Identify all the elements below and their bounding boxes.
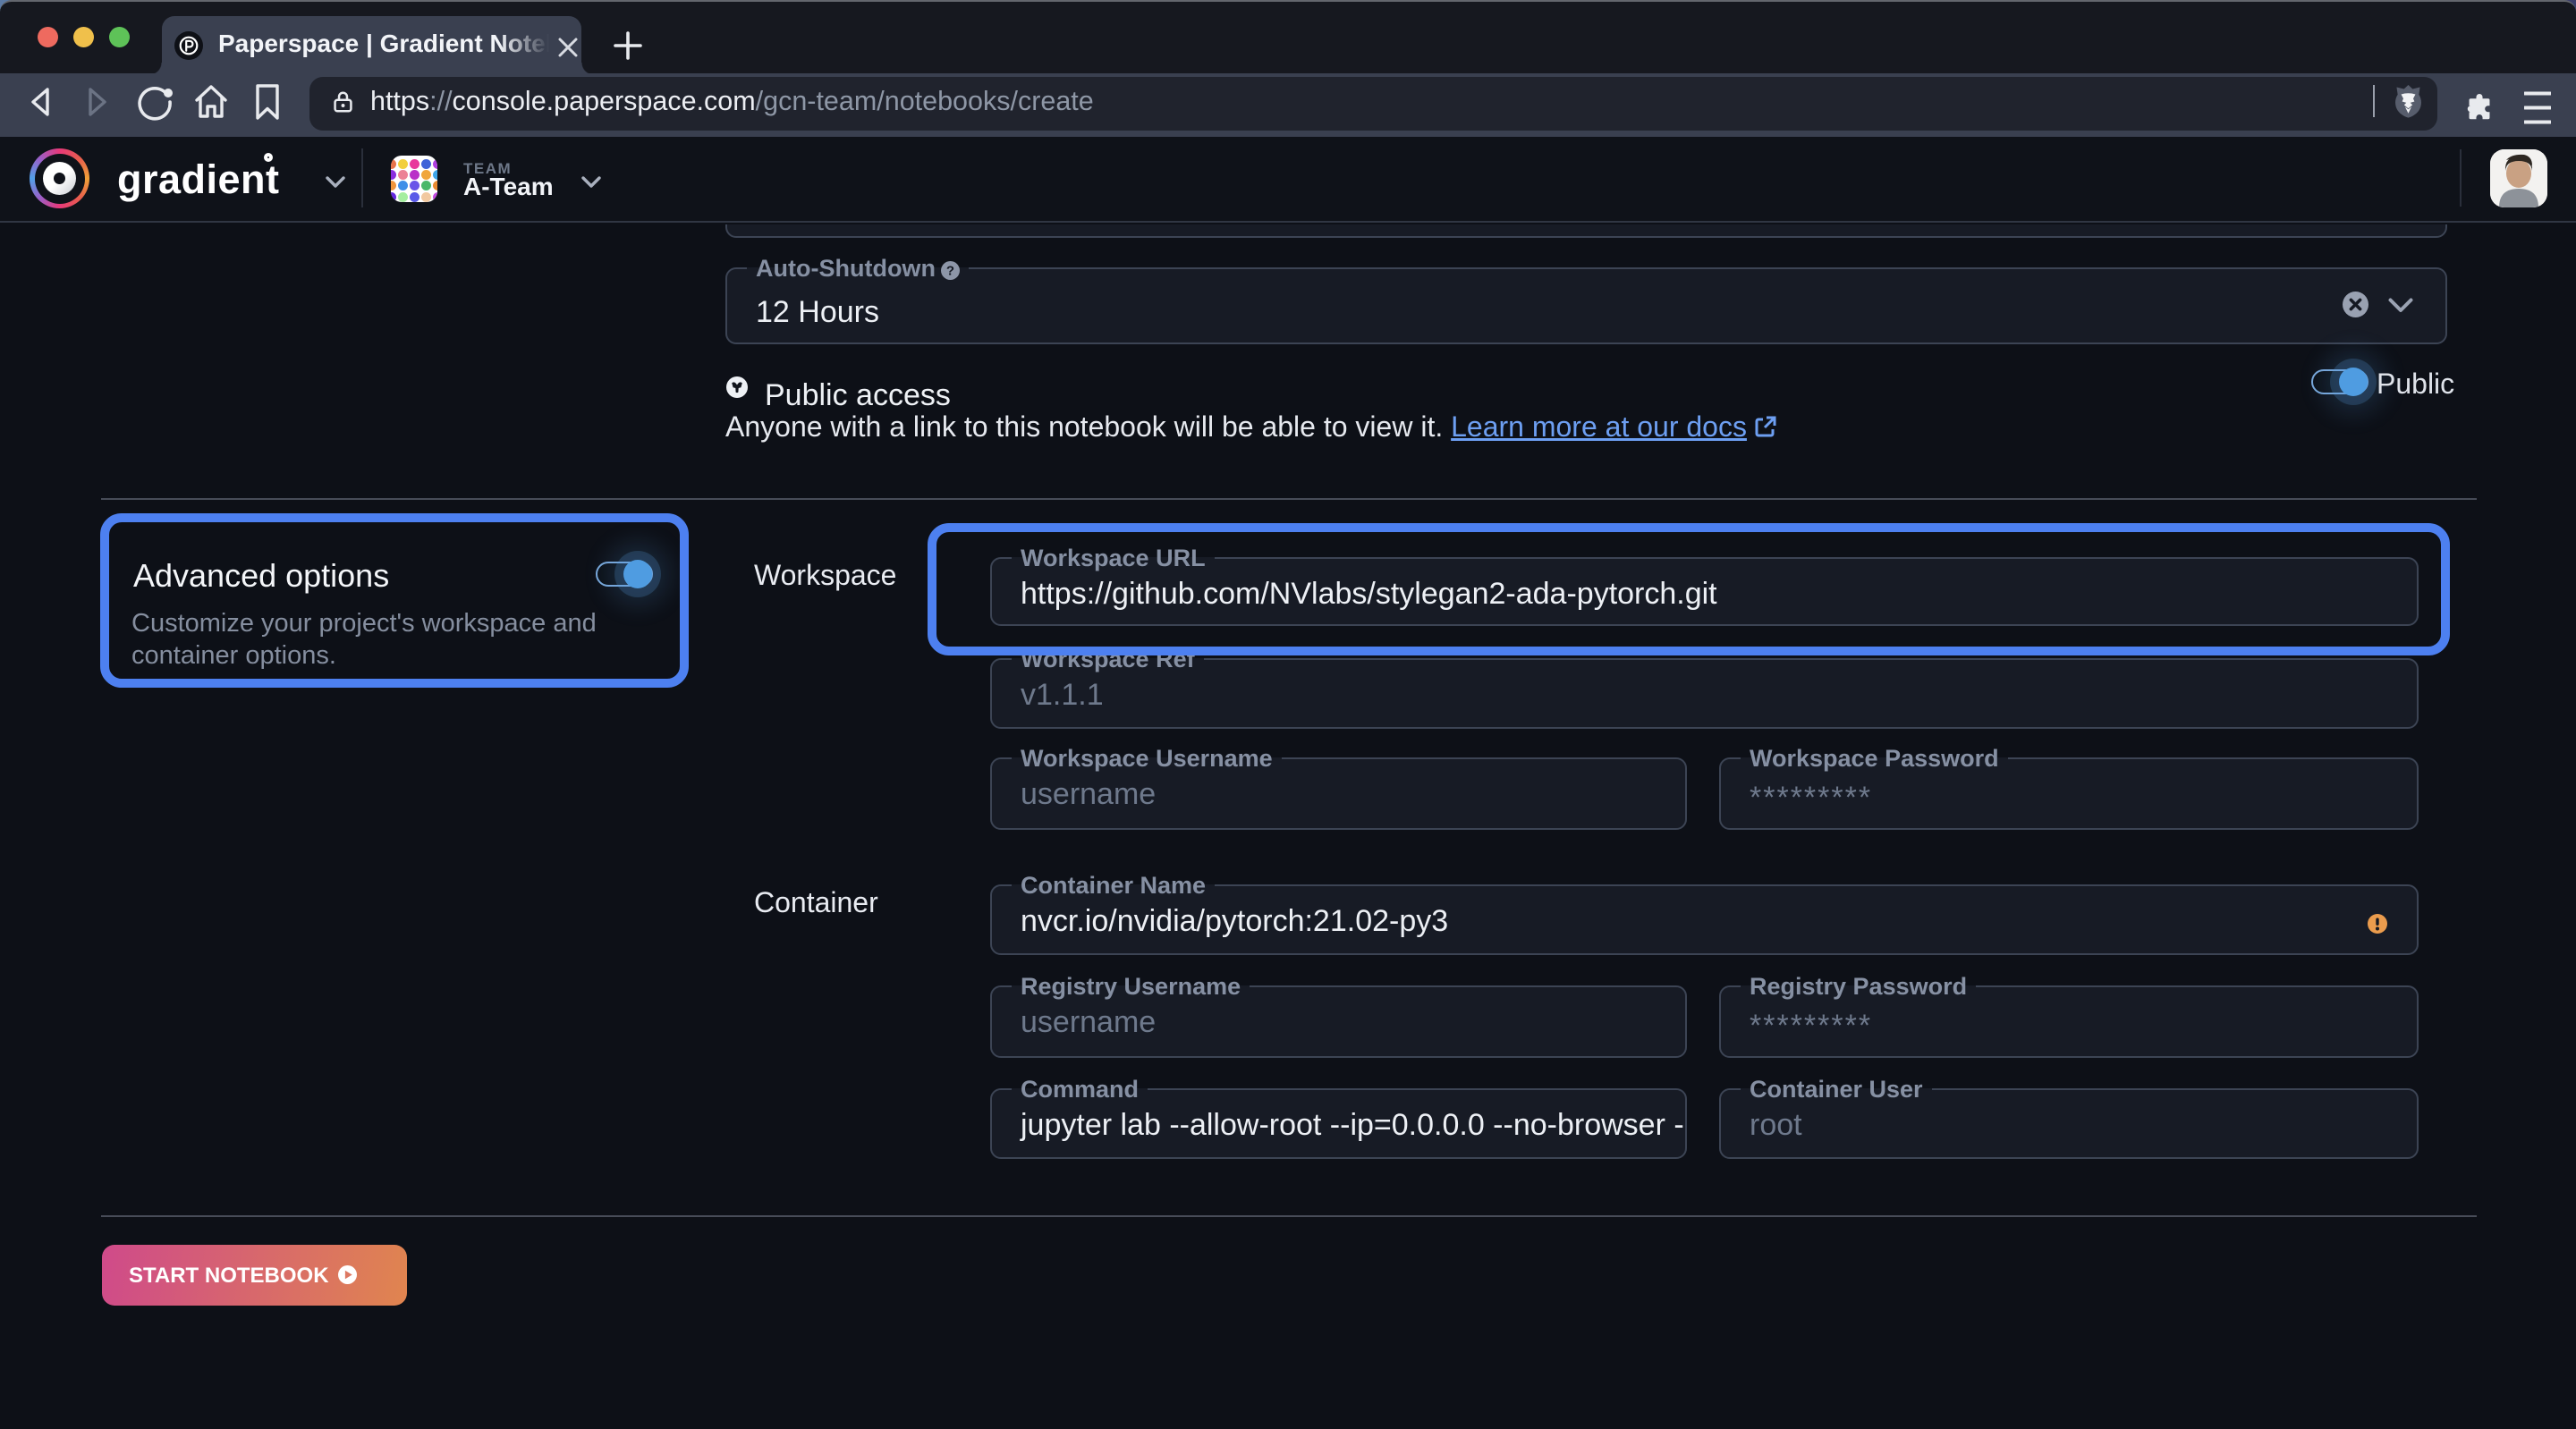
svg-text:?: ? [946, 264, 954, 279]
